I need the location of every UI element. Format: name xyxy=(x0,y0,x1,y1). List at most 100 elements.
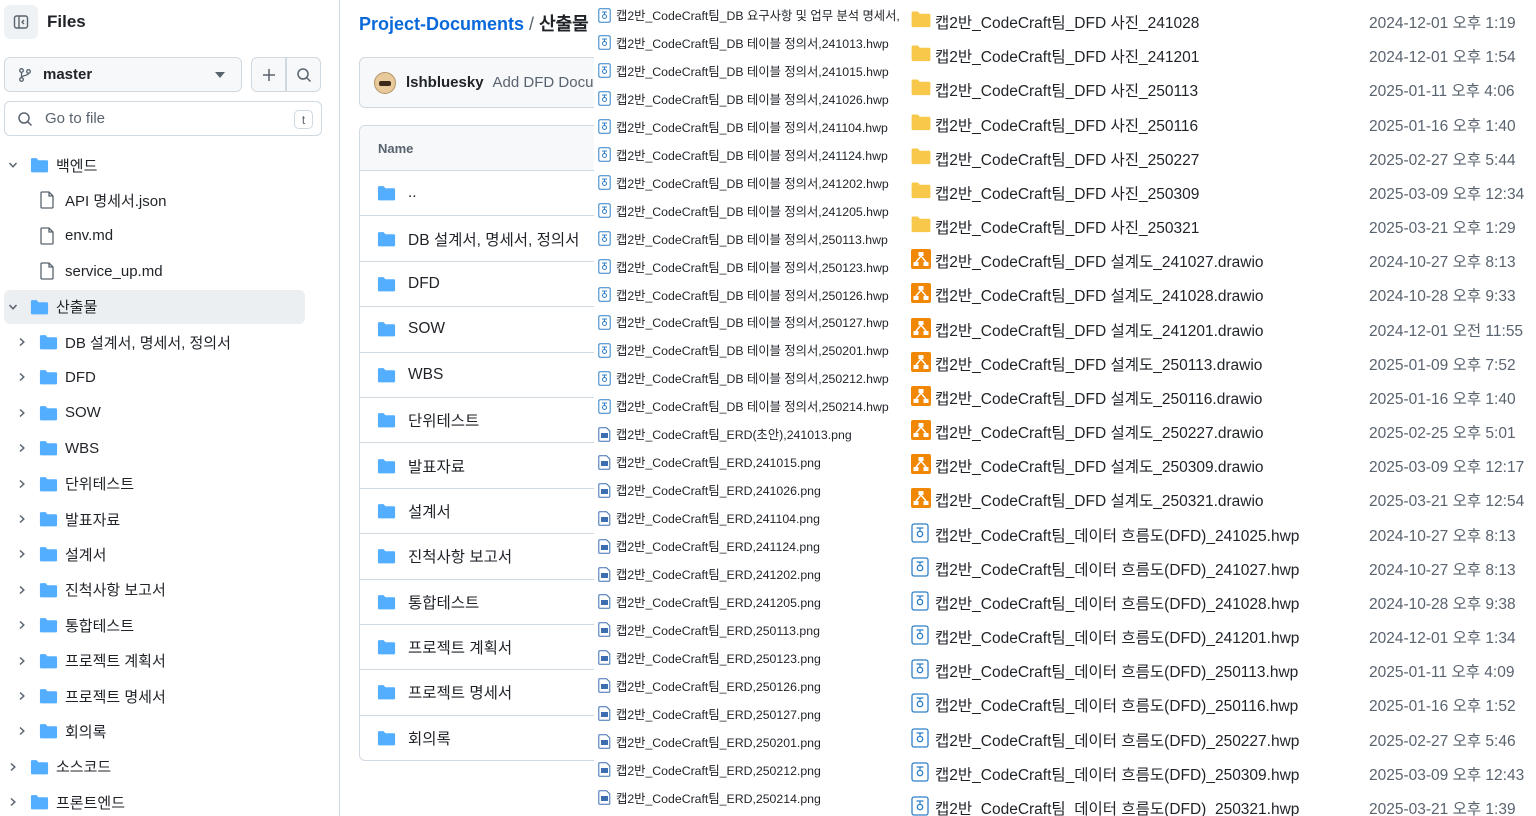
table-row[interactable]: 통합테스트 xyxy=(360,580,597,625)
list-item[interactable]: 캡2반_CodeCraft팀_ERD,241205.png xyxy=(598,591,821,613)
list-item[interactable]: 캡2반_CodeCraft팀_DB 테이블 정의서,250123.hwp xyxy=(598,256,889,278)
expand-toggle[interactable] xyxy=(8,302,18,312)
list-item[interactable]: 캡2반_CodeCraft팀_데이터 흐름도(DFD)_250227.hwp 20… xyxy=(908,723,1536,753)
list-item[interactable]: 캡2반_CodeCraft팀_DFD 사진_241201 2024-12-01 오… xyxy=(908,39,1536,69)
table-row[interactable]: 발표자료 xyxy=(360,443,597,489)
list-item[interactable]: 캡2반_CodeCraft팀_DFD 설계도_250321.drawio 2025… xyxy=(908,483,1536,513)
list-item[interactable]: 캡2반_CodeCraft팀_데이터 흐름도(DFD)_241027.hwp 20… xyxy=(908,552,1536,582)
list-item[interactable]: 캡2반_CodeCraft팀_ERD,241124.png xyxy=(598,535,820,557)
list-item[interactable]: 캡2반_CodeCraft팀_DFD 설계도_250227.drawio 2025… xyxy=(908,415,1536,445)
row-name-link[interactable]: SOW xyxy=(408,320,445,338)
sidebar-item-folder[interactable]: 산출물 xyxy=(4,289,305,324)
sidebar-item-folder[interactable]: WBS xyxy=(4,431,305,465)
row-name-link[interactable]: 통합테스트 xyxy=(408,591,479,613)
sidebar-item-file[interactable]: service_up.md xyxy=(4,254,305,288)
list-item[interactable]: 캡2반_CodeCraft팀_데이터 흐름도(DFD)_241028.hwp 20… xyxy=(908,586,1536,616)
expand-toggle[interactable] xyxy=(8,762,18,772)
list-item[interactable]: 캡2반_CodeCraft팀_ERD,250201.png xyxy=(598,731,821,753)
table-row[interactable]: 프로젝트 계획서 xyxy=(360,625,597,671)
commit-message[interactable]: Add DFD Documents xyxy=(493,74,597,91)
expand-toggle[interactable] xyxy=(17,408,27,418)
list-item[interactable]: 캡2반_CodeCraft팀_DFD 사진_250227 2025-02-27 오… xyxy=(908,142,1536,172)
sidebar-item-folder[interactable]: DB 설계서, 명세서, 정의서 xyxy=(4,325,305,359)
list-item[interactable]: 캡2반_CodeCraft팀_ERD,241015.png xyxy=(598,451,821,473)
list-item[interactable]: 캡2반_CodeCraft팀_DFD 설계도_250116.drawio 2025… xyxy=(908,381,1536,411)
expand-toggle[interactable] xyxy=(17,514,27,524)
list-item[interactable]: 캡2반_CodeCraft팀_DB 테이블 정의서,241026.hwp xyxy=(598,88,889,110)
list-item[interactable]: 캡2반_CodeCraft팀_DFD 설계도_250113.drawio 2025… xyxy=(908,347,1536,377)
list-item[interactable]: 캡2반_CodeCraft팀_ERD,250113.png xyxy=(598,619,820,641)
table-row[interactable]: 단위테스트 xyxy=(360,398,597,444)
table-row[interactable]: 회의록 xyxy=(360,716,597,760)
row-name-link[interactable]: 회의록 xyxy=(408,727,451,749)
expand-toggle[interactable] xyxy=(17,620,27,630)
list-item[interactable]: 캡2반_CodeCraft팀_데이터 흐름도(DFD)_241201.hwp 20… xyxy=(908,620,1536,650)
sidebar-item-file[interactable]: env.md xyxy=(4,219,305,253)
list-item[interactable]: 캡2반_CodeCraft팀_데이터 흐름도(DFD)_250321.hwp 20… xyxy=(908,791,1536,816)
sidebar-item-folder[interactable]: 진척사항 보고서 xyxy=(4,573,305,607)
list-item[interactable]: 캡2반_CodeCraft팀_DB 테이블 정의서,250201.hwp xyxy=(598,339,889,361)
list-item[interactable]: 캡2반_CodeCraft팀_DFD 설계도_241027.drawio 2024… xyxy=(908,244,1536,274)
list-item[interactable]: 캡2반_CodeCraft팀_ERD,250123.png xyxy=(598,647,821,669)
expand-toggle[interactable] xyxy=(8,160,18,170)
sidebar-item-folder[interactable]: 회의록 xyxy=(4,714,305,748)
list-item[interactable]: 캡2반_CodeCraft팀_ERD,241026.png xyxy=(598,479,821,501)
list-item[interactable]: 캡2반_CodeCraft팀_DB 테이블 정의서,250214.hwp xyxy=(598,395,889,417)
list-item[interactable]: 캡2반_CodeCraft팀_DB 테이블 정의서,250212.hwp xyxy=(598,367,889,389)
sidebar-item-folder[interactable]: 통합테스트 xyxy=(4,608,305,642)
table-row[interactable]: DB 설계서, 명세서, 정의서 xyxy=(360,216,597,262)
expand-toggle[interactable] xyxy=(17,443,27,453)
list-item[interactable]: 캡2반_CodeCraft팀_ERD(초안),241013.png xyxy=(598,423,852,445)
list-item[interactable]: 캡2반_CodeCraft팀_데이터 흐름도(DFD)_250113.hwp 20… xyxy=(908,654,1536,684)
avatar[interactable] xyxy=(374,71,396,94)
sidebar-item-folder[interactable]: 단위테스트 xyxy=(4,467,305,501)
sidebar-item-folder[interactable]: DFD xyxy=(4,360,305,394)
list-item[interactable]: 캡2반_CodeCraft팀_ERD,250214.png xyxy=(598,787,821,809)
row-name-link[interactable]: .. xyxy=(408,184,417,202)
expand-toggle[interactable] xyxy=(17,549,27,559)
table-row[interactable]: 진척사항 보고서 xyxy=(360,534,597,580)
list-item[interactable]: 캡2반_CodeCraft팀_ERD,250126.png xyxy=(598,675,821,697)
list-item[interactable]: 캡2반_CodeCraft팀_DB 테이블 정의서,250126.hwp xyxy=(598,284,889,306)
list-item[interactable]: 캡2반_CodeCraft팀_DB 요구사항 및 업무 분석 명세서, xyxy=(598,4,900,26)
list-item[interactable]: 캡2반_CodeCraft팀_데이터 흐름도(DFD)_241025.hwp 20… xyxy=(908,518,1536,548)
list-item[interactable]: 캡2반_CodeCraft팀_DB 테이블 정의서,241205.hwp xyxy=(598,200,889,222)
sidebar-item-folder[interactable]: 프로젝트 명세서 xyxy=(4,679,305,713)
row-name-link[interactable]: 프로젝트 명세서 xyxy=(408,681,512,703)
expand-toggle[interactable] xyxy=(17,691,27,701)
list-item[interactable]: 캡2반_CodeCraft팀_ERD,250212.png xyxy=(598,759,821,781)
expand-toggle[interactable] xyxy=(17,656,27,666)
list-item[interactable]: 캡2반_CodeCraft팀_DB 테이블 정의서,241013.hwp xyxy=(598,32,889,54)
list-item[interactable]: 캡2반_CodeCraft팀_DFD 설계도_241028.drawio 2024… xyxy=(908,278,1536,308)
sidebar-item-folder[interactable]: 프로젝트 계획서 xyxy=(4,644,305,678)
sidebar-item-folder[interactable]: SOW xyxy=(4,396,305,430)
list-item[interactable]: 캡2반_CodeCraft팀_ERD,241202.png xyxy=(598,563,821,585)
list-item[interactable]: 캡2반_CodeCraft팀_ERD,250127.png xyxy=(598,703,821,725)
sidebar-item-folder[interactable]: 소스코드 xyxy=(4,750,305,784)
sidebar-item-folder[interactable]: 설계서 xyxy=(4,537,305,571)
expand-toggle[interactable] xyxy=(8,797,18,807)
collapse-sidebar-button[interactable] xyxy=(4,5,38,39)
list-item[interactable]: 캡2반_CodeCraft팀_DFD 설계도_241201.drawio 2024… xyxy=(908,313,1536,343)
row-name-link[interactable]: DFD xyxy=(408,275,440,293)
table-row[interactable]: SOW xyxy=(360,307,597,353)
table-row[interactable]: DFD xyxy=(360,262,597,308)
sidebar-item-folder[interactable]: 프론트엔드 xyxy=(4,785,305,816)
go-to-file-input[interactable]: Go to file t xyxy=(4,101,322,136)
list-item[interactable]: 캡2반_CodeCraft팀_DB 테이블 정의서,241202.hwp xyxy=(598,172,889,194)
list-item[interactable]: 캡2반_CodeCraft팀_DB 테이블 정의서,250113.hwp xyxy=(598,228,888,250)
list-item[interactable]: 캡2반_CodeCraft팀_DFD 사진_250321 2025-03-21 오… xyxy=(908,210,1536,240)
list-item[interactable]: 캡2반_CodeCraft팀_ERD,241104.png xyxy=(598,507,820,529)
expand-toggle[interactable] xyxy=(17,337,27,347)
expand-toggle[interactable] xyxy=(17,585,27,595)
list-item[interactable]: 캡2반_CodeCraft팀_DFD 사진_250309 2025-03-09 오… xyxy=(908,176,1536,206)
row-name-link[interactable]: 단위테스트 xyxy=(408,409,479,431)
sidebar-item-folder[interactable]: 백엔드 xyxy=(4,148,305,182)
table-row[interactable]: 설계서 xyxy=(360,489,597,535)
search-files-button[interactable] xyxy=(286,57,321,92)
breadcrumb-repo-link[interactable]: Project-Documents xyxy=(359,14,524,34)
list-item[interactable]: 캡2반_CodeCraft팀_DFD 사진_250113 2025-01-11 오… xyxy=(908,73,1536,103)
expand-toggle[interactable] xyxy=(17,372,27,382)
list-item[interactable]: 캡2반_CodeCraft팀_DB 테이블 정의서,241015.hwp xyxy=(598,60,889,82)
row-name-link[interactable]: DB 설계서, 명세서, 정의서 xyxy=(408,228,579,250)
